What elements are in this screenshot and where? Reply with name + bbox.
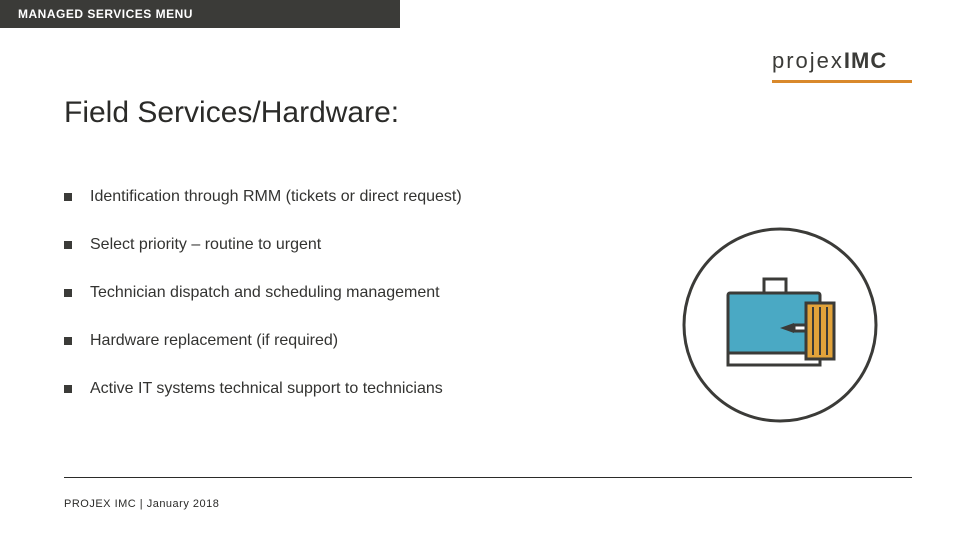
footer-text: PROJEX IMC | January 2018: [64, 498, 219, 510]
list-item: Active IT systems technical support to t…: [64, 380, 584, 398]
list-item-text: Identification through RMM (tickets or d…: [90, 188, 462, 205]
bullet-list: Identification through RMM (tickets or d…: [64, 188, 584, 428]
list-item-text: Technician dispatch and scheduling manag…: [90, 284, 440, 301]
list-item: Hardware replacement (if required): [64, 332, 584, 350]
list-item-text: Active IT systems technical support to t…: [90, 380, 443, 397]
list-item-text: Select priority – routine to urgent: [90, 236, 321, 253]
logo-underline: [772, 80, 912, 83]
logo-suffix: IMC: [844, 48, 887, 73]
list-item: Select priority – routine to urgent: [64, 236, 584, 254]
brand-logo: projexIMC: [772, 48, 912, 83]
logo-prefix: projex: [772, 48, 844, 73]
list-item: Identification through RMM (tickets or d…: [64, 188, 584, 206]
slide: MANAGED SERVICES MENU projexIMC Field Se…: [0, 0, 960, 540]
list-item-text: Hardware replacement (if required): [90, 332, 338, 349]
briefcase-monitor-screwdriver-icon: [680, 225, 880, 425]
list-item: Technician dispatch and scheduling manag…: [64, 284, 584, 302]
feature-graphic: [680, 225, 880, 425]
header-tab: MANAGED SERVICES MENU: [0, 0, 400, 28]
header-tab-text: MANAGED SERVICES MENU: [18, 7, 193, 21]
footer-divider: [64, 477, 912, 478]
slide-title: Field Services/Hardware:: [64, 96, 399, 130]
